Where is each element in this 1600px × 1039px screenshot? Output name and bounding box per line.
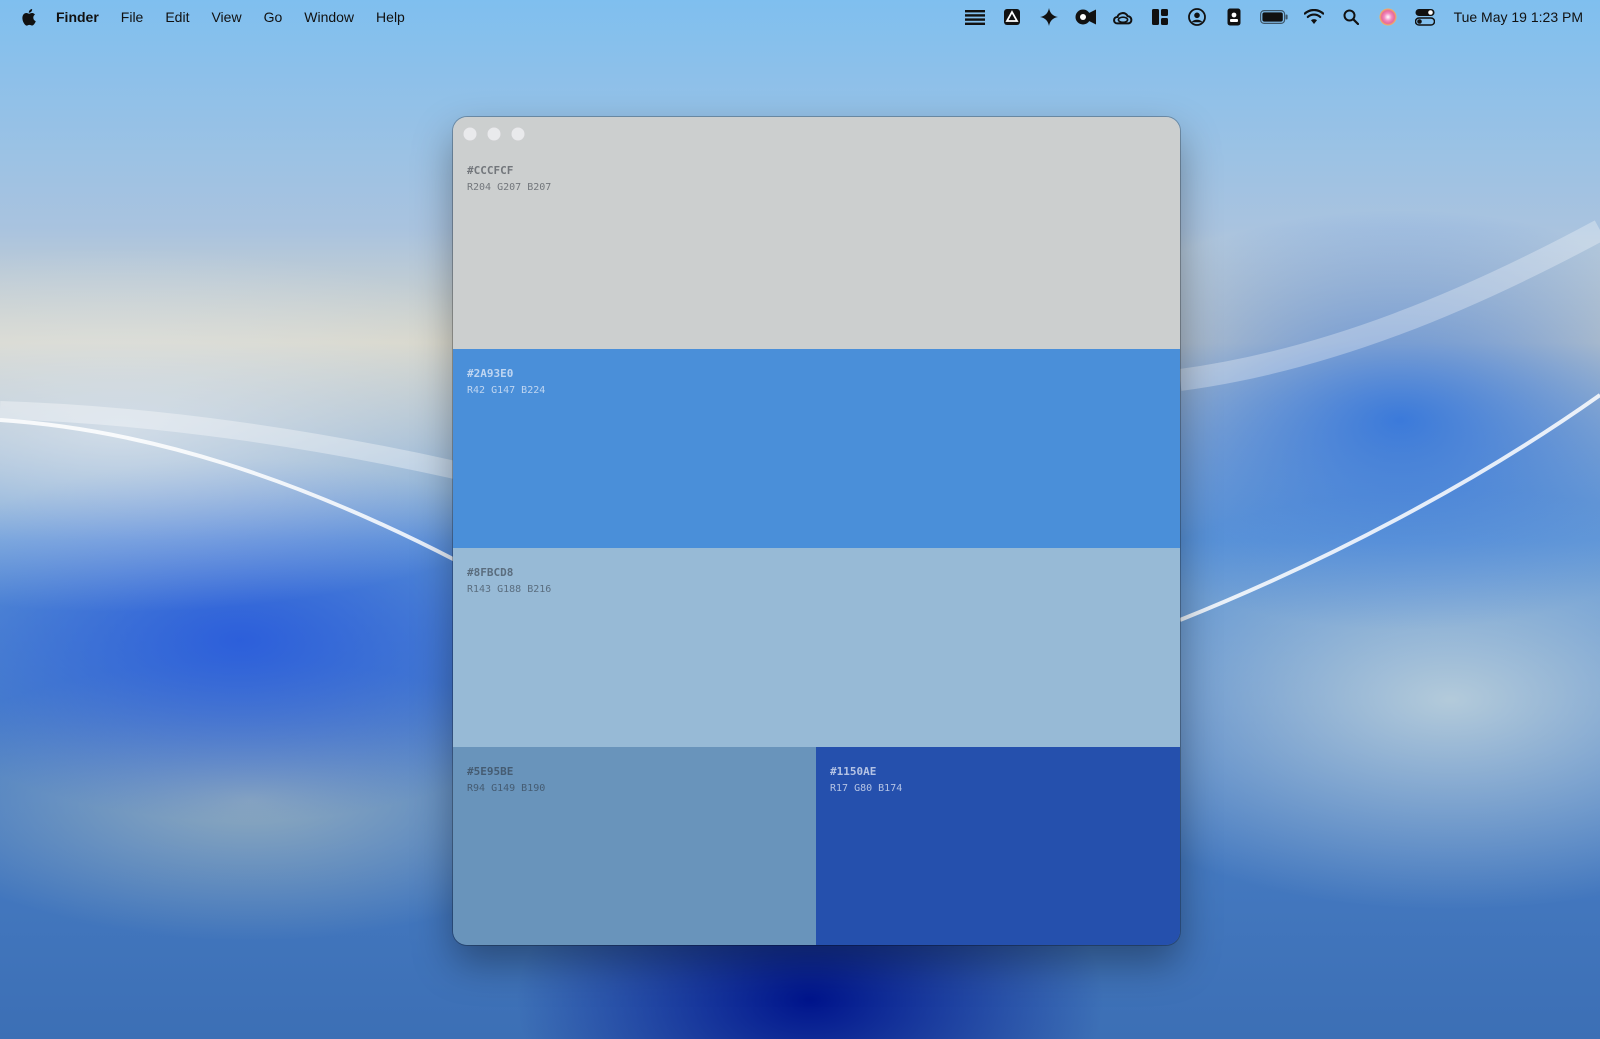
swatch-hex: #1150AE: [830, 765, 877, 778]
color-swatch[interactable]: #1150AE R17 G80 B174: [816, 747, 1180, 945]
siri-icon[interactable]: [1377, 7, 1399, 27]
swatch-row-4: #5E95BE R94 G149 B190 #1150AE R17 G80 B1…: [453, 747, 1180, 945]
menu-app-finder[interactable]: Finder: [56, 9, 99, 25]
menu-window[interactable]: Window: [304, 9, 354, 25]
color-swatch[interactable]: #5E95BE R94 G149 B190: [453, 747, 816, 945]
swatch-hex: #8FBCD8: [467, 566, 514, 579]
color-palette-window: #CCCFCF R204 G207 B207 #2A93E0 R42 G147 …: [453, 117, 1180, 945]
zoom-button[interactable]: [511, 127, 525, 141]
menu-bar-clock[interactable]: Tue May 19 1:23 PM: [1454, 9, 1583, 25]
window-controls: [463, 127, 535, 141]
swatch-rgb: R143 G188 B216: [467, 584, 552, 595]
drive-icon[interactable]: [1001, 7, 1023, 27]
color-swatch[interactable]: #CCCFCF R204 G207 B207: [453, 117, 1180, 349]
swatch-row-1: #CCCFCF R204 G207 B207: [453, 117, 1180, 349]
swatch-hex: #2A93E0: [467, 367, 514, 380]
swatch-hex: #5E95BE: [467, 765, 514, 778]
swatch-row-3: #8FBCD8 R143 G188 B216: [453, 548, 1180, 747]
swatch-hex: #CCCFCF: [467, 164, 514, 177]
grid-layout-icon[interactable]: [1149, 7, 1171, 27]
close-button[interactable]: [463, 127, 477, 141]
id-badge-icon[interactable]: [1223, 7, 1245, 27]
swatch-rgb: R17 G80 B174: [830, 783, 903, 794]
swatch-rgb: R42 G147 B224: [467, 385, 546, 396]
search-icon[interactable]: [1340, 7, 1362, 27]
sparkle-icon[interactable]: [1038, 7, 1060, 27]
menu-edit[interactable]: Edit: [165, 9, 189, 25]
color-swatch[interactable]: #8FBCD8 R143 G188 B216: [453, 548, 1180, 747]
minimize-button[interactable]: [487, 127, 501, 141]
menu-bar: Finder File Edit View Go Window Help Tue…: [0, 0, 1600, 34]
battery-icon[interactable]: [1259, 7, 1288, 27]
wifi-icon[interactable]: [1303, 7, 1325, 27]
menu-file[interactable]: File: [121, 9, 144, 25]
creative-cloud-icon[interactable]: [1112, 7, 1134, 27]
swatch-row-2: #2A93E0 R42 G147 B224: [453, 349, 1180, 548]
video-camera-icon[interactable]: [1075, 7, 1097, 27]
control-center-icon[interactable]: [1414, 7, 1436, 27]
menu-go[interactable]: Go: [264, 9, 283, 25]
swatch-rgb: R204 G207 B207: [467, 182, 552, 193]
apple-logo-icon[interactable]: [20, 8, 36, 26]
color-swatch[interactable]: #2A93E0 R42 G147 B224: [453, 349, 1180, 548]
menu-help[interactable]: Help: [376, 9, 405, 25]
hamburger-list-icon[interactable]: [964, 7, 986, 27]
user-circle-icon[interactable]: [1186, 7, 1208, 27]
swatch-rgb: R94 G149 B190: [467, 783, 546, 794]
menu-view[interactable]: View: [211, 9, 241, 25]
